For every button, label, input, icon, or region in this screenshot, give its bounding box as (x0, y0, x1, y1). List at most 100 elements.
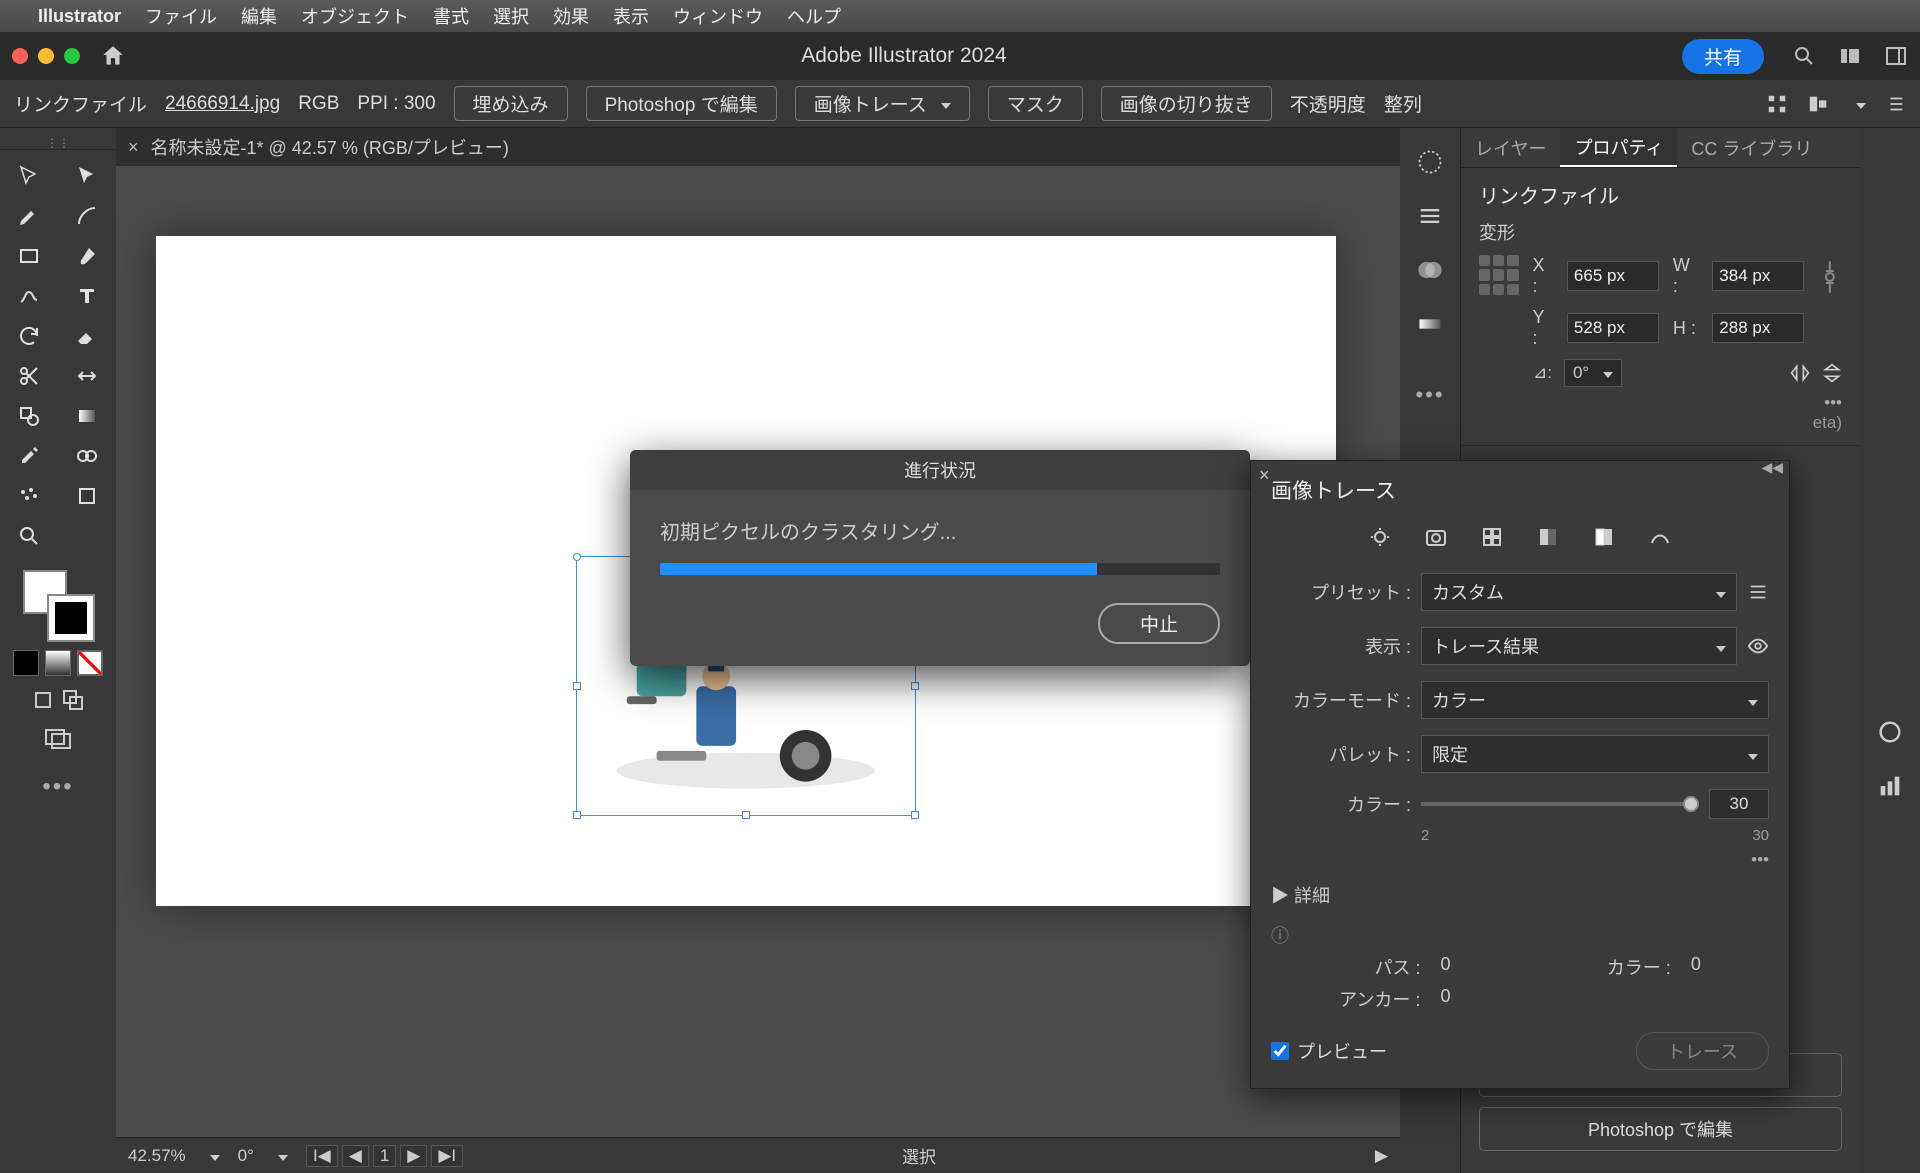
search-icon[interactable] (1792, 44, 1816, 68)
x-input[interactable] (1567, 261, 1659, 291)
menu-effect[interactable]: 効果 (553, 3, 589, 29)
transform-panel-icon[interactable] (1766, 93, 1788, 115)
qa-edit-photoshop-button[interactable]: Photoshop で編集 (1479, 1107, 1842, 1151)
eyedropper-tool[interactable] (0, 436, 58, 476)
cancel-button[interactable]: 中止 (1098, 603, 1220, 644)
menu-edit[interactable]: 編集 (241, 3, 277, 29)
width-input[interactable] (1712, 261, 1804, 291)
preset-bw-icon[interactable] (1590, 523, 1618, 551)
selection-tool[interactable] (0, 156, 58, 196)
artboard-index[interactable]: 1 (373, 1145, 396, 1167)
graph-panel-icon[interactable] (1876, 772, 1904, 800)
rectangle-tool[interactable] (0, 236, 58, 276)
first-artboard-icon[interactable]: I◀ (306, 1145, 338, 1167)
share-button[interactable]: 共有 (1682, 39, 1764, 74)
preset-lowcolor-icon[interactable] (1478, 523, 1506, 551)
eraser-tool[interactable] (58, 316, 116, 356)
last-artboard-icon[interactable]: ▶I (431, 1145, 463, 1167)
home-icon[interactable] (100, 43, 126, 69)
status-caret-icon[interactable]: ▶ (1375, 1146, 1388, 1166)
app-name[interactable]: Illustrator (38, 6, 121, 27)
color-panel-icon[interactable] (1416, 148, 1444, 176)
rotation-input[interactable]: 0° (1564, 359, 1622, 387)
height-input[interactable] (1712, 313, 1804, 343)
menu-object[interactable]: オブジェクト (301, 3, 409, 29)
opacity-label[interactable]: 不透明度 (1290, 90, 1366, 117)
constrain-proportions-icon[interactable] (1818, 255, 1842, 299)
zoom-tool[interactable] (0, 516, 58, 556)
scissors-tool[interactable] (0, 356, 58, 396)
more-options-icon[interactable]: ••• (1479, 393, 1842, 413)
zoom-window-icon[interactable] (64, 48, 80, 64)
document-tab[interactable]: 名称未設定-1* @ 42.57 % (RGB/プレビュー) (151, 134, 509, 160)
image-trace-dropdown[interactable]: 画像トレース (795, 86, 970, 121)
arrange-icon[interactable] (1838, 44, 1862, 68)
palette-select[interactable]: 限定 (1421, 735, 1769, 773)
rotation-angle[interactable]: 0° (238, 1146, 254, 1166)
curvature-tool[interactable] (58, 196, 116, 236)
transparency-panel-icon[interactable] (1416, 256, 1444, 284)
screen-mode-icon[interactable] (44, 726, 72, 750)
close-tab-icon[interactable]: × (128, 137, 139, 158)
colors-value[interactable]: 30 (1709, 789, 1769, 819)
zoom-level[interactable]: 42.57% (128, 1146, 186, 1166)
color-solid-icon[interactable] (13, 650, 39, 676)
menu-view[interactable]: 表示 (613, 3, 649, 29)
tab-cc-libraries[interactable]: CC ライブラリ (1677, 128, 1826, 167)
artboard-tool[interactable] (58, 476, 116, 516)
align-label[interactable]: 整列 (1384, 90, 1422, 117)
collapse-panel-icon[interactable]: ◀◀ (1761, 459, 1783, 476)
next-artboard-icon[interactable]: ▶ (400, 1145, 427, 1167)
trace-button[interactable]: トレース (1636, 1032, 1769, 1070)
drawing-mode-normal-icon[interactable] (31, 688, 55, 712)
more-panels-icon[interactable]: ••• (1415, 382, 1444, 408)
reference-point-widget[interactable] (1479, 255, 1519, 295)
flip-horizontal-icon[interactable] (1790, 363, 1810, 383)
type-tool[interactable] (58, 276, 116, 316)
chevron-down-icon[interactable] (272, 1146, 288, 1166)
symbol-sprayer-tool[interactable] (0, 476, 58, 516)
close-panel-icon[interactable]: × (1259, 465, 1270, 486)
fill-stroke-swatch[interactable] (23, 570, 93, 640)
advanced-toggle[interactable]: ▶ 詳細 (1251, 874, 1789, 916)
colormode-select[interactable]: カラー (1421, 681, 1769, 719)
minimize-window-icon[interactable] (38, 48, 54, 64)
chevron-down-icon[interactable] (204, 1146, 220, 1166)
blend-tool[interactable] (58, 436, 116, 476)
direct-selection-tool[interactable] (58, 156, 116, 196)
close-window-icon[interactable] (12, 48, 28, 64)
preset-select[interactable]: カスタム (1421, 573, 1737, 611)
preset-menu-icon[interactable] (1747, 581, 1769, 603)
stroke-swatch[interactable] (49, 596, 93, 640)
flip-vertical-icon[interactable] (1822, 363, 1842, 383)
menu-file[interactable]: ファイル (145, 3, 217, 29)
shaper-tool[interactable] (0, 276, 58, 316)
pen-tool[interactable] (0, 196, 58, 236)
color-gradient-icon[interactable] (45, 650, 71, 676)
align-panel-icon[interactable] (1806, 93, 1832, 115)
eye-icon[interactable] (1747, 635, 1769, 657)
paintbrush-tool[interactable] (58, 236, 116, 276)
chevron-down-icon[interactable] (1850, 93, 1866, 115)
tab-properties[interactable]: プロパティ (1560, 128, 1677, 167)
preview-checkbox[interactable]: プレビュー (1271, 1038, 1387, 1064)
prev-artboard-icon[interactable]: ◀ (342, 1145, 369, 1167)
menu-type[interactable]: 書式 (433, 3, 469, 29)
list-icon[interactable] (1884, 93, 1906, 115)
y-input[interactable] (1567, 313, 1659, 343)
panel-grip-icon[interactable]: ⋮⋮ (46, 136, 70, 149)
more-options-icon[interactable]: ••• (1251, 850, 1789, 874)
swatches-panel-icon[interactable] (1876, 718, 1904, 746)
embed-button[interactable]: 埋め込み (454, 86, 568, 121)
shape-builder-tool[interactable] (0, 396, 58, 436)
width-tool[interactable] (58, 356, 116, 396)
gradient-panel-icon[interactable] (1416, 310, 1444, 338)
preset-grayscale-icon[interactable] (1534, 523, 1562, 551)
color-none-icon[interactable] (77, 650, 103, 676)
preset-auto-icon[interactable] (1366, 523, 1394, 551)
menu-window[interactable]: ウィンドウ (673, 3, 763, 29)
colors-slider[interactable] (1421, 802, 1699, 806)
gradient-tool[interactable] (58, 396, 116, 436)
preset-outline-icon[interactable] (1646, 523, 1674, 551)
edit-toolbar-icon[interactable]: ••• (42, 773, 73, 801)
